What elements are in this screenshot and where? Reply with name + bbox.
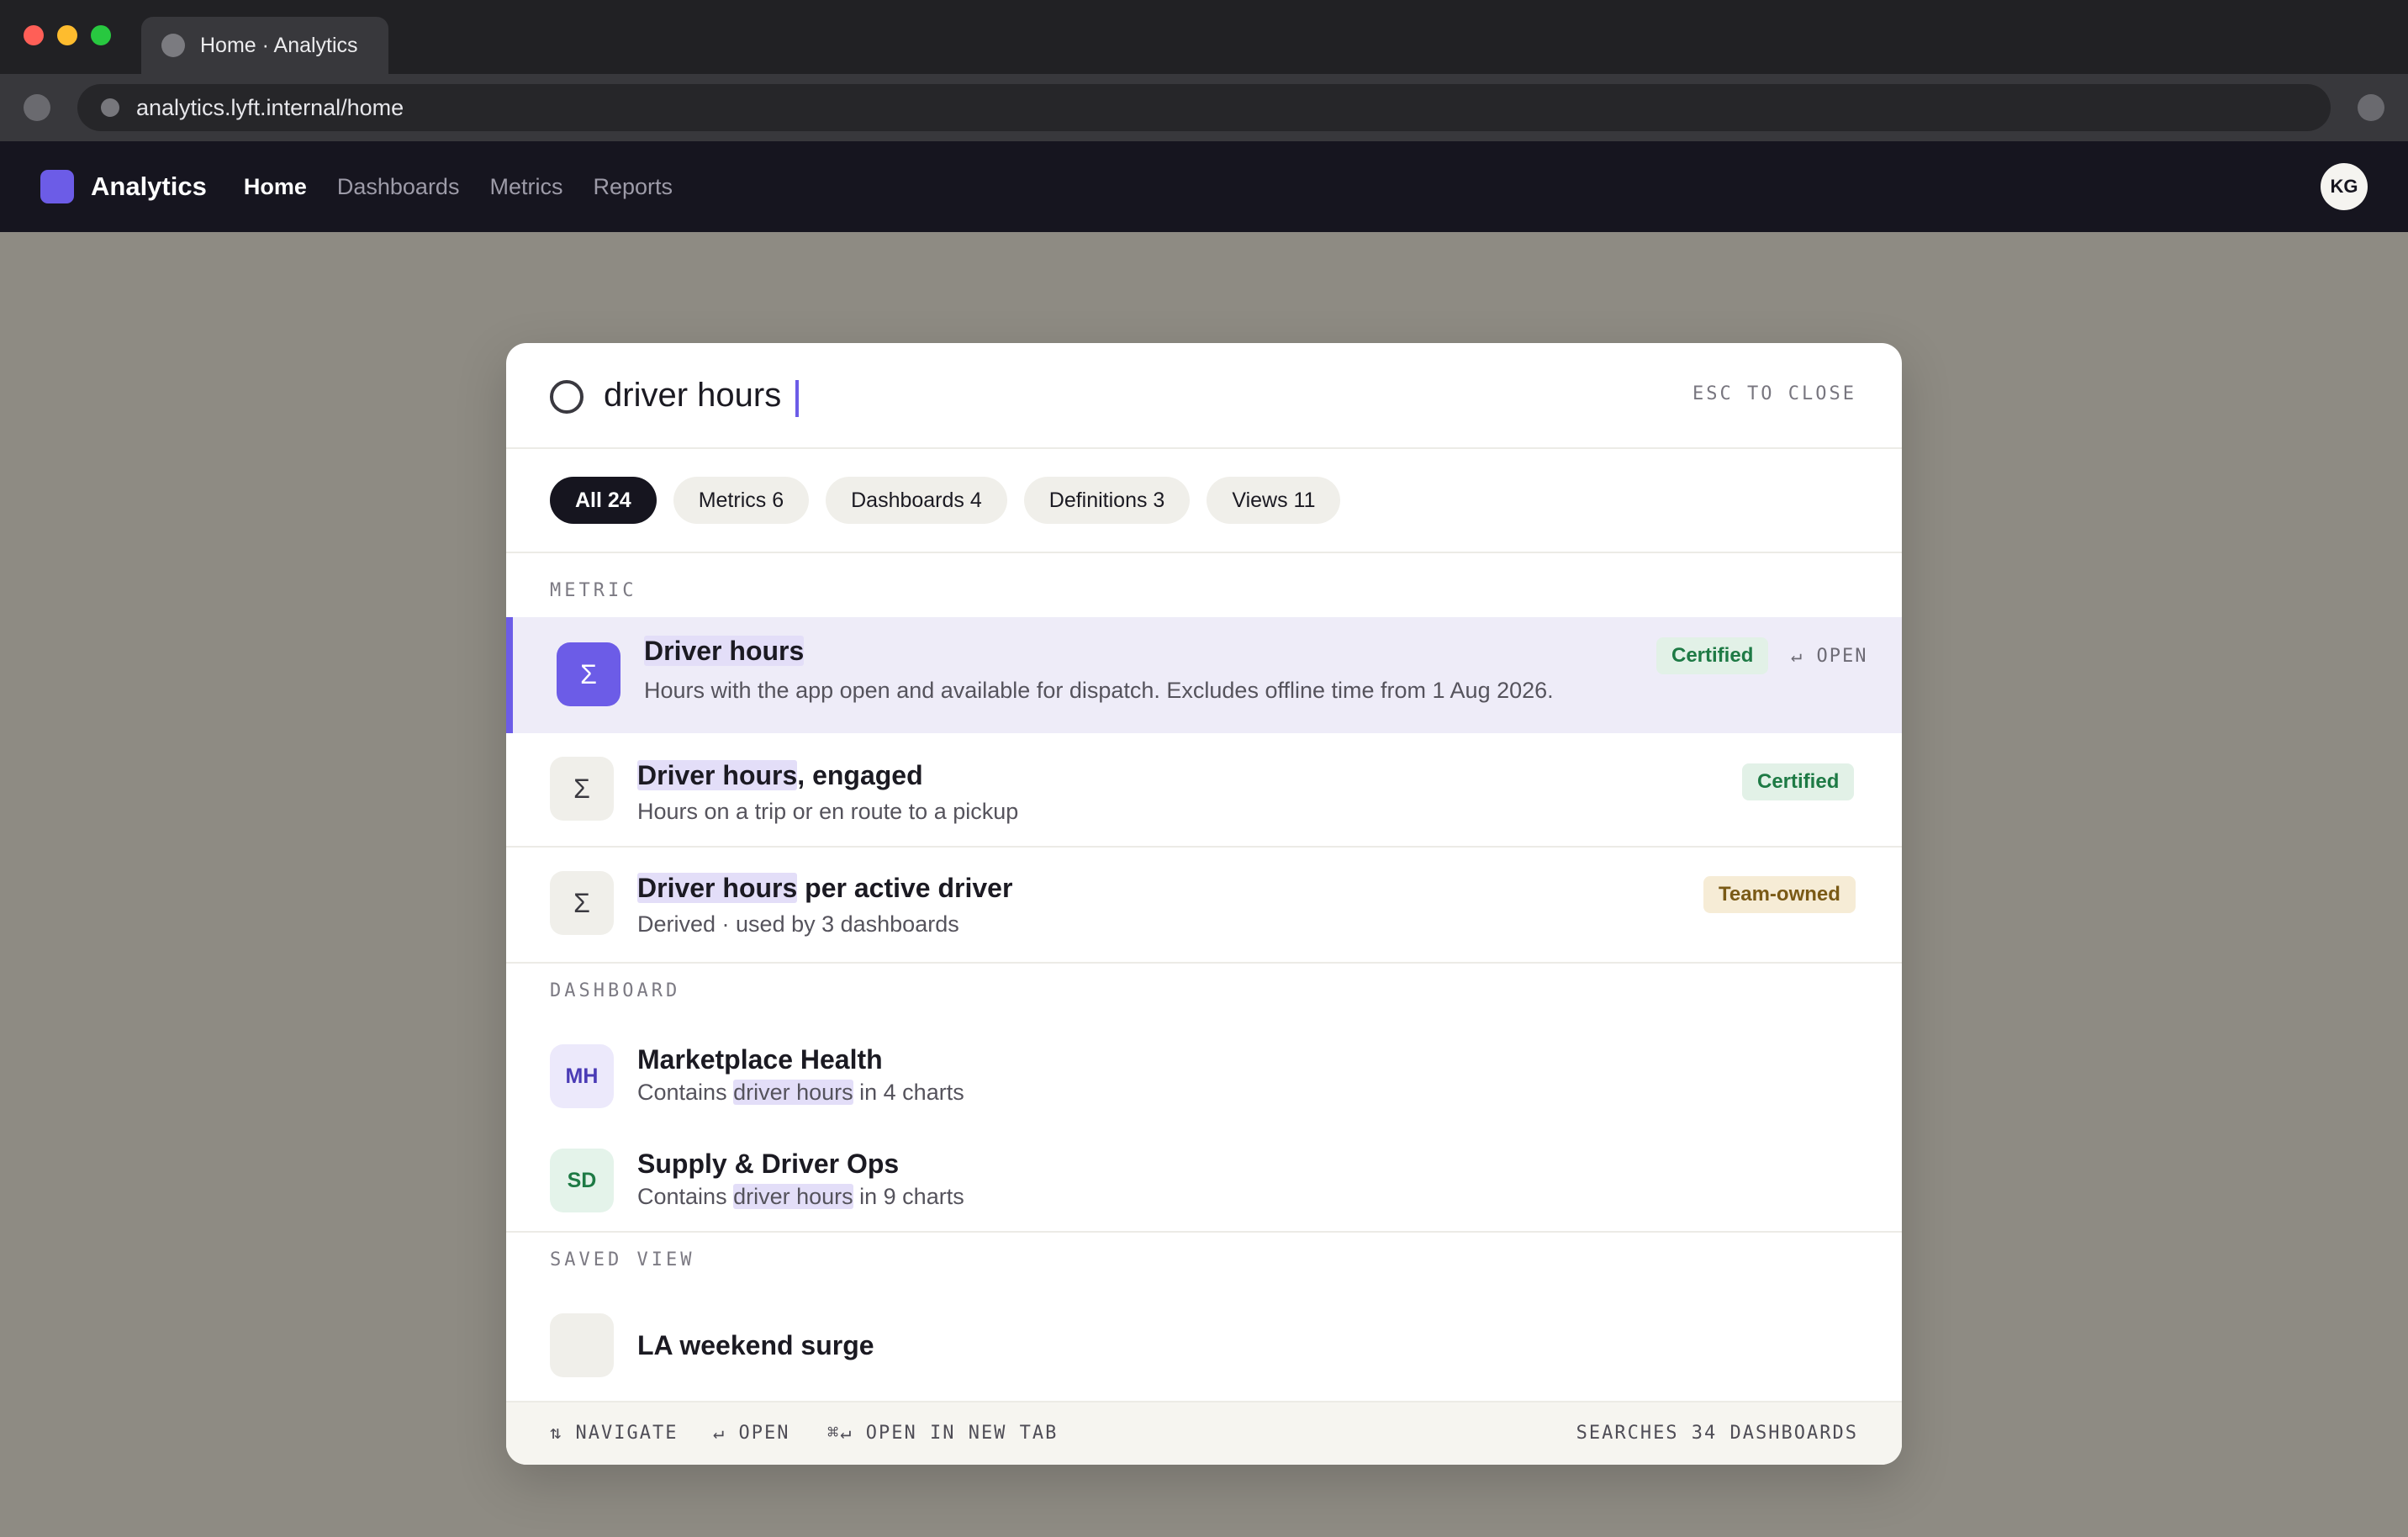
favicon-icon (161, 34, 185, 57)
close-window-icon[interactable] (24, 25, 44, 45)
result-title: LA weekend surge (637, 1330, 874, 1360)
filter-definitions[interactable]: Definitions 3 (1023, 477, 1191, 524)
certified-badge: Certified (1742, 763, 1855, 800)
result-description: Derived · used by 3 dashboards (637, 911, 959, 937)
navigate-hint: ⇅ NAVIGATE (550, 1423, 679, 1444)
section-label-dashboard: DASHBOARD (550, 980, 681, 1001)
divider (506, 962, 1902, 964)
result-title: Driver hours per active driver (637, 873, 1012, 904)
sigma-icon: Σ (550, 871, 614, 935)
result-saved-view-la-weekend-surge[interactable]: LA weekend surge (506, 1285, 1902, 1401)
selection-indicator (506, 617, 513, 733)
nav-metrics[interactable]: Metrics (489, 174, 562, 200)
result-title: Marketplace Health (637, 1044, 883, 1075)
result-title: Supply & Driver Ops (637, 1149, 900, 1179)
filter-dashboards[interactable]: Dashboards 4 (826, 477, 1007, 524)
dashboard-initials-icon: SD (550, 1149, 614, 1212)
filter-metrics[interactable]: Metrics 6 (673, 477, 810, 524)
sigma-icon: Σ (550, 757, 614, 821)
app-header: Analytics Home Dashboards Metrics Report… (0, 141, 2408, 232)
filter-views[interactable]: Views 11 (1207, 477, 1341, 524)
search-icon (550, 380, 584, 414)
search-input[interactable] (604, 368, 1613, 422)
match-highlight: Driver hours (637, 760, 798, 790)
filter-chips: All 24 Metrics 6 Dashboards 4 Definition… (506, 449, 1902, 553)
match-highlight: driver hours (733, 1080, 853, 1105)
site-info-icon[interactable] (101, 98, 119, 117)
section-label-saved-view: SAVED VIEW (550, 1249, 695, 1270)
browser-menu-icon[interactable] (2358, 94, 2384, 121)
desc-suffix: in 4 charts (853, 1080, 964, 1105)
result-metric-driver-hours-per-active-driver[interactable]: Σ Driver hours per active driver Derived… (506, 848, 1902, 960)
match-highlight: Driver hours (644, 636, 805, 666)
result-description: Hours with the app open and available fo… (644, 678, 1554, 703)
result-description: Contains driver hours in 9 charts (637, 1184, 964, 1210)
filter-all[interactable]: All 24 (550, 477, 657, 524)
avatar[interactable]: KG (2321, 163, 2368, 210)
match-highlight: driver hours (733, 1184, 853, 1209)
result-title: Driver hours, engaged (637, 760, 923, 791)
address-bar[interactable]: analytics.lyft.internal/home (77, 84, 2331, 131)
open-hint[interactable]: ↵ OPEN (1791, 646, 1867, 667)
result-dashboard-supply-driver-ops[interactable]: SD Supply & Driver Ops Contains driver h… (506, 1120, 1902, 1231)
browser-toolbar: analytics.lyft.internal/home (0, 74, 2408, 141)
browser-tab-strip: Home · Analytics (0, 0, 2408, 74)
maximize-window-icon[interactable] (91, 25, 111, 45)
match-highlight: Driver hours (637, 873, 798, 903)
nav-reports[interactable]: Reports (593, 174, 673, 200)
search-scope: SEARCHES 34 DASHBOARDS (1576, 1423, 1858, 1444)
title-rest: per active driver (797, 873, 1013, 903)
minimize-window-icon[interactable] (57, 25, 77, 45)
certified-badge: Certified (1656, 637, 1769, 674)
result-metric-driver-hours-engaged[interactable]: Σ Driver hours, engaged Hours on a trip … (506, 733, 1902, 846)
url-text: analytics.lyft.internal/home (136, 94, 404, 120)
palette-footer: ⇅ NAVIGATE ↵ OPEN ⌘↵ OPEN IN NEW TAB SEA… (506, 1401, 1902, 1465)
text-caret (795, 380, 799, 417)
tab-title: Home · Analytics (200, 33, 358, 57)
open-hint: ↵ OPEN (713, 1423, 790, 1444)
sigma-icon: Σ (557, 642, 620, 706)
app-name: Analytics (91, 172, 207, 201)
search-row: ESC TO CLOSE (506, 343, 1902, 449)
result-description: Hours on a trip or en route to a pickup (637, 799, 1019, 824)
app-logo-icon (40, 170, 74, 203)
result-dashboard-marketplace-health[interactable]: MH Marketplace Health Contains driver ho… (506, 1016, 1902, 1120)
dashboard-initials-icon: MH (550, 1044, 614, 1108)
desc-prefix: Contains (637, 1080, 734, 1105)
nav-dashboards[interactable]: Dashboards (337, 174, 460, 200)
saved-view-icon (550, 1313, 614, 1377)
desc-suffix: in 9 charts (853, 1184, 964, 1209)
nav-home[interactable]: Home (244, 174, 307, 200)
browser-tab[interactable]: Home · Analytics (141, 17, 388, 74)
back-icon[interactable] (24, 94, 50, 121)
desc-prefix: Contains (637, 1184, 734, 1209)
divider (506, 1231, 1902, 1233)
title-rest: , engaged (797, 760, 923, 790)
section-label-metric: METRIC (550, 580, 637, 601)
esc-hint[interactable]: ESC TO CLOSE (1692, 383, 1856, 404)
open-new-tab-hint: ⌘↵ OPEN IN NEW TAB (827, 1423, 1059, 1444)
team-owned-badge: Team-owned (1703, 876, 1856, 913)
command-palette: ESC TO CLOSE All 24 Metrics 6 Dashboards… (506, 343, 1902, 1465)
result-metric-driver-hours[interactable]: Σ Driver hours Hours with the app open a… (506, 617, 1902, 733)
result-description: Contains driver hours in 4 charts (637, 1080, 964, 1106)
result-title: Driver hours (644, 636, 805, 667)
